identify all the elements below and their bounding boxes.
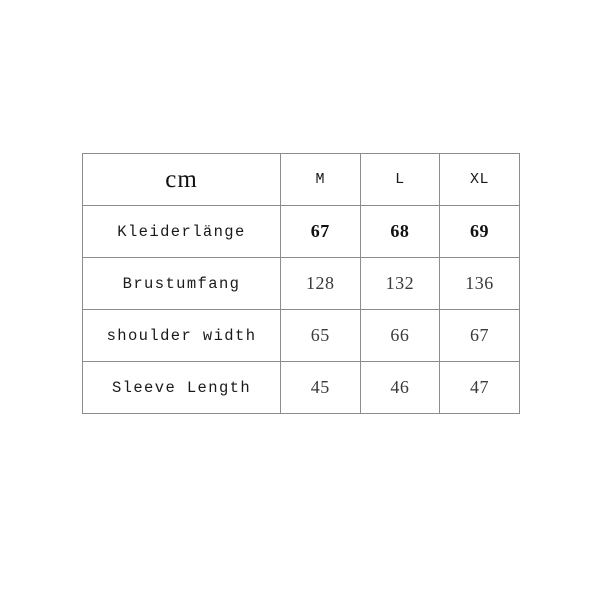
row-label-sleeve-length: Sleeve Length: [82, 361, 281, 414]
cell-sleeve-length-xl: 47: [439, 361, 520, 414]
table-row: shoulder width 65 66 67: [82, 309, 520, 362]
column-header-l: L: [359, 153, 441, 206]
column-header-m: M: [280, 153, 361, 206]
size-chart-container: cm M L XL Kleiderlänge 67 68 69 Brustumf…: [82, 153, 520, 414]
table-header-row: cm M L XL: [82, 153, 520, 206]
size-chart-table: cm M L XL Kleiderlänge 67 68 69 Brustumf…: [82, 153, 520, 414]
row-label-shoulder-width: shoulder width: [82, 309, 281, 362]
cell-dress-length-xl: 69: [439, 205, 520, 258]
column-header-xl: XL: [439, 153, 520, 206]
table-row: Brustumfang 128 132 136: [82, 257, 520, 310]
unit-header-cell: cm: [82, 153, 281, 206]
cell-chest-l: 132: [359, 257, 441, 310]
cell-shoulder-width-m: 65: [280, 309, 361, 362]
cell-shoulder-width-l: 66: [359, 309, 441, 362]
cell-dress-length-l: 68: [359, 205, 441, 258]
table-row: Sleeve Length 45 46 47: [82, 361, 520, 414]
cell-sleeve-length-l: 46: [359, 361, 441, 414]
row-label-chest: Brustumfang: [82, 257, 281, 310]
row-label-dress-length: Kleiderlänge: [82, 205, 281, 258]
cell-dress-length-m: 67: [280, 205, 361, 258]
cell-shoulder-width-xl: 67: [439, 309, 520, 362]
cell-sleeve-length-m: 45: [280, 361, 361, 414]
table-row: Kleiderlänge 67 68 69: [82, 205, 520, 258]
cell-chest-m: 128: [280, 257, 361, 310]
cell-chest-xl: 136: [439, 257, 520, 310]
